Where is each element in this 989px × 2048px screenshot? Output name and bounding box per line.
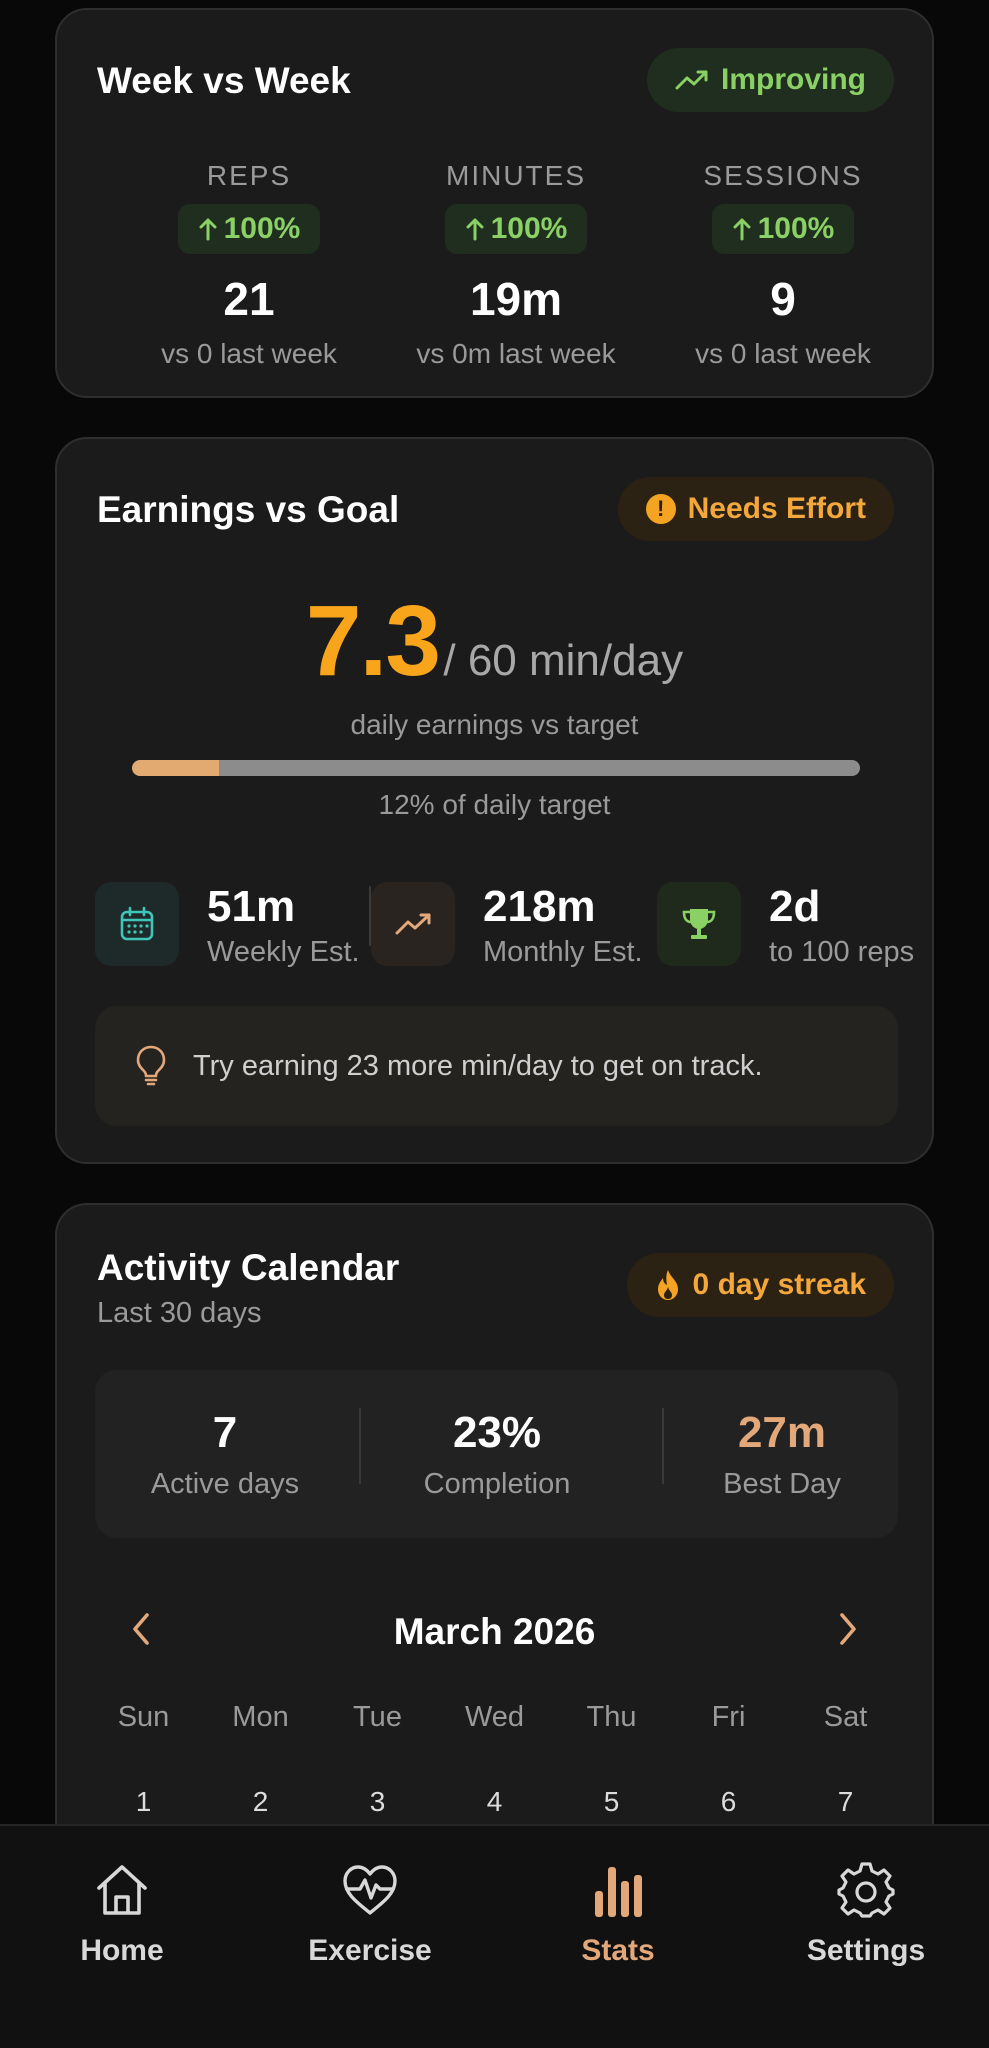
completion-value: 23% [452,1408,542,1457]
to-100-reps-label: to 100 reps [769,936,915,968]
next-month-button[interactable] [834,1609,862,1654]
week-col-minutes: MINUTES 100% 19m vs 0m last week [376,160,656,370]
tab-settings[interactable]: Settings [766,1860,966,1968]
calendar-day[interactable]: 1 [85,1786,202,1818]
week-col-sub: vs 0m last week [416,338,616,369]
weekday-label: Thu [586,1701,637,1733]
arrow-up-icon [466,218,484,241]
week-col-label: MINUTES [446,160,586,191]
monthly-est-label: Monthly Est. [483,936,643,968]
month-navigator: March 2026 [57,1603,932,1663]
bar-chart-icon [518,1860,718,1920]
arrow-up-icon [199,218,217,241]
earnings-card-title: Earnings vs Goal [97,489,400,530]
delta-value: 100% [490,212,568,245]
daily-earnings-value: 7.3 [305,585,441,697]
tip-banner: Try earning 23 more min/day to get on tr… [95,1006,898,1126]
week-col-sessions: SESSIONS 100% 9 vs 0 last week [643,160,923,370]
progress-label: 12% of daily target [378,789,611,820]
improving-badge: Improving [646,48,894,112]
calendar-subtitle: Last 30 days [97,1297,262,1329]
week-col-reps: REPS 100% 21 vs 0 last week [109,160,389,370]
calendar-day[interactable]: 5 [553,1786,670,1818]
tab-label: Stats [581,1934,655,1967]
weekday-label: Mon [232,1701,289,1733]
active-days-label: Active days [150,1468,300,1500]
gear-icon [766,1860,966,1920]
chevron-right-icon [840,1613,856,1645]
delta-value: 100% [223,212,301,245]
delta-badge: 100% [444,204,588,254]
best-day-label: Best Day [723,1468,841,1500]
calendar-day[interactable]: 3 [319,1786,436,1818]
active-days-value: 7 [212,1408,238,1457]
calendar-card-title: Activity Calendar [97,1247,400,1288]
summary-completion: 23% Completion [367,1408,627,1501]
daily-target-unit: / 60 min/day [443,636,684,685]
weekday-label: Wed [464,1701,525,1733]
calendar-day[interactable]: 6 [670,1786,787,1818]
week-col-value: 19m [469,273,563,325]
week-col-label: SESSIONS [703,160,863,191]
needs-effort-label: Needs Effort [687,492,866,525]
week-col-label: REPS [206,160,292,191]
delta-value: 100% [757,212,835,245]
calendar-icon [95,882,179,966]
completion-label: Completion [423,1468,571,1500]
streak-badge: 0 day streak [626,1253,894,1317]
weekday-label: Sun [117,1701,170,1733]
calendar-days-grid: 1 2 3 4 5 6 7 [85,1786,904,1818]
heart-pulse-icon [270,1860,470,1920]
weekday-label: Fri [711,1701,746,1733]
trending-up-icon [371,882,455,966]
daily-target-progress-bar [132,760,860,776]
weekday-label: Sat [823,1701,868,1733]
tab-home[interactable]: Home [22,1860,222,1968]
needs-effort-badge: ! Needs Effort [617,477,894,541]
delta-badge: 100% [711,204,855,254]
home-icon [22,1860,222,1920]
monthly-est-value: 218m [483,882,596,931]
calendar-day[interactable]: 7 [787,1786,904,1818]
summary-active-days: 7 Active days [95,1408,355,1501]
earnings-vs-goal-card: Earnings vs Goal ! Needs Effort 7.3 / 60… [55,437,934,1164]
tab-label: Exercise [308,1934,432,1967]
tab-exercise[interactable]: Exercise [270,1860,470,1968]
daily-earnings-readout: 7.3 / 60 min/day [57,584,932,699]
improving-badge-label: Improving [720,63,866,96]
trending-up-icon [675,70,708,90]
flame-icon [657,1270,678,1300]
to-100-reps-value: 2d [769,882,821,931]
bottom-tab-bar: Home Exercise Stats Settings [0,1824,989,2048]
streak-label: 0 day streak [692,1268,866,1301]
arrow-up-icon [733,218,751,241]
calendar-day[interactable]: 2 [202,1786,319,1818]
alert-icon: ! [645,494,676,524]
daily-target-progress-fill [132,760,220,776]
tip-text: Try earning 23 more min/day to get on tr… [193,1049,763,1082]
best-day-value: 27m [737,1408,827,1457]
week-col-sub: vs 0 last week [161,338,337,369]
weekday-label: Tue [353,1701,402,1733]
tab-label: Home [80,1934,164,1967]
weekday-header: Sun Mon Tue Wed Thu Fri Sat [85,1701,904,1734]
calendar-summary-panel: 7 Active days 23% Completion 27m Best Da… [95,1370,898,1538]
week-col-value: 9 [770,273,796,325]
week-vs-week-card: Week vs Week Improving REPS 100% 21 vs 0… [55,8,934,398]
tab-label: Settings [806,1934,926,1967]
weekly-est-value: 51m [207,882,296,931]
earnings-subtitle: daily earnings vs target [350,709,639,740]
summary-best-day: 27m Best Day [652,1408,912,1501]
weekly-est-label: Weekly Est. [207,936,360,968]
month-label: March 2026 [393,1611,596,1652]
lightbulb-icon [136,1045,166,1086]
calendar-day[interactable]: 4 [436,1786,553,1818]
week-card-title: Week vs Week [97,60,351,101]
week-col-value: 21 [223,273,275,325]
tab-stats[interactable]: Stats [518,1860,718,1968]
summary-divider [359,1408,361,1484]
delta-badge: 100% [177,204,321,254]
week-col-sub: vs 0 last week [695,338,871,369]
trophy-icon [657,882,741,966]
